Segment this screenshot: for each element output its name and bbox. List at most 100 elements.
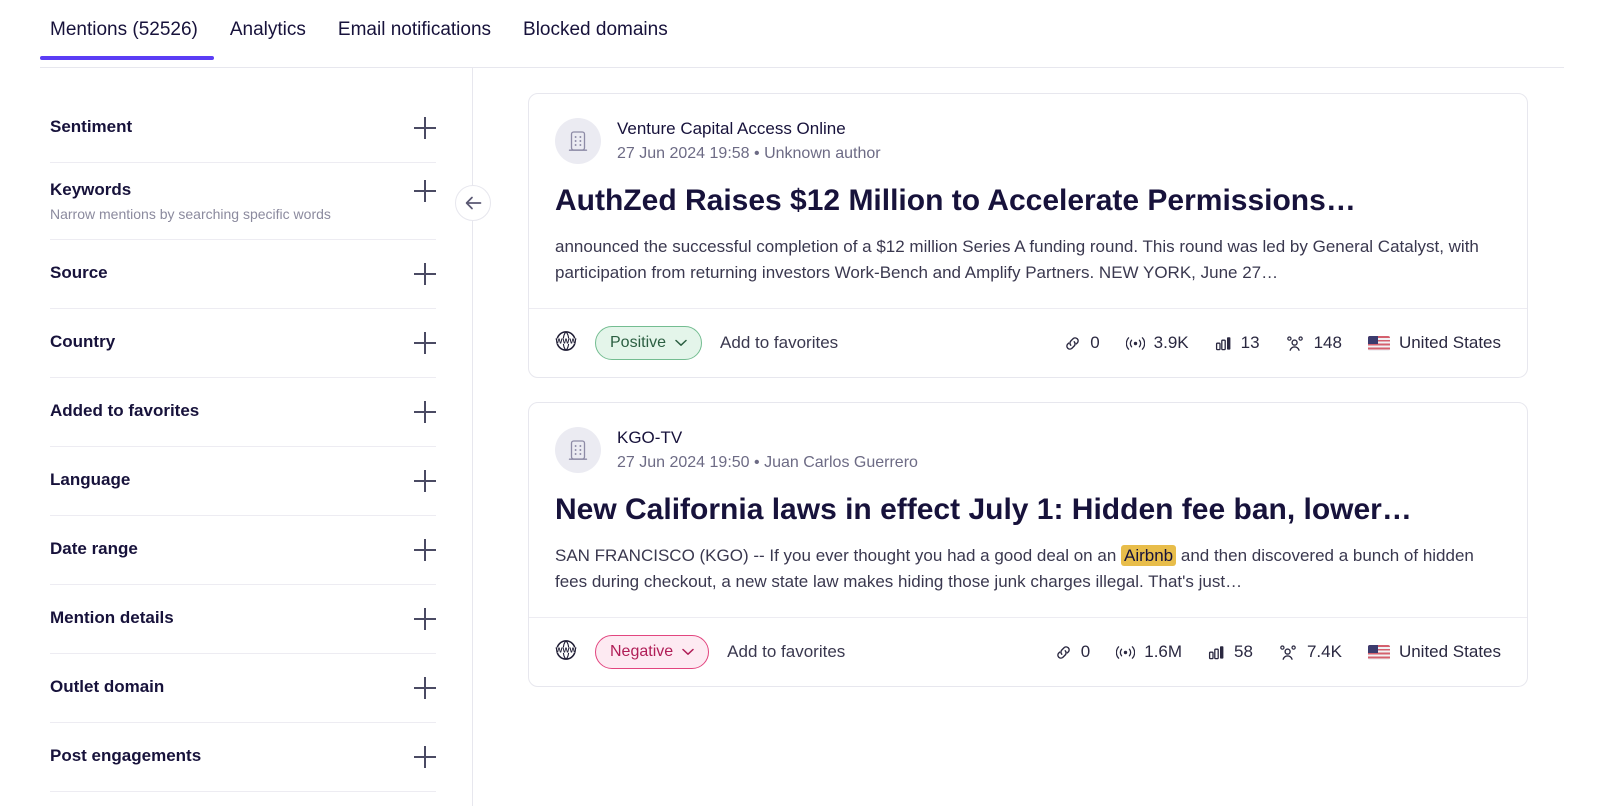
metric-score: 13 — [1215, 333, 1260, 353]
filter-texts: Mention details — [50, 607, 174, 629]
filter-title: Post engagements — [50, 745, 201, 767]
tab-email-notifications[interactable]: Email notifications — [322, 18, 507, 60]
metric-backlinks-value: 0 — [1081, 642, 1090, 662]
filter-title: Sentiment — [50, 116, 132, 138]
metric-backlinks-value: 0 — [1090, 333, 1099, 353]
www-globe-icon: WWW — [555, 330, 577, 352]
metric-country-value: United States — [1399, 642, 1501, 662]
add-to-favorites-button[interactable]: Add to favorites — [727, 642, 845, 662]
audience-icon — [1279, 644, 1298, 661]
mention-body: KGO-TV 27 Jun 2024 19:50 • Juan Carlos G… — [529, 403, 1527, 617]
filters-sidebar: Sentiment KeywordsNarrow mentions by sear… — [0, 68, 472, 806]
mention-snippet: SAN FRANCISCO (KGO) -- If you ever thoug… — [555, 543, 1501, 595]
filter-title: Mention details — [50, 607, 174, 629]
tab-analytics[interactable]: Analytics — [214, 18, 322, 60]
filter-title: Date range — [50, 538, 138, 560]
backlinks-icon — [1055, 644, 1072, 661]
mention-date: 27 Jun 2024 19:58 — [617, 145, 750, 162]
mention-header: Venture Capital Access Online 27 Jun 202… — [555, 118, 1501, 164]
metric-backlinks: 0 — [1064, 333, 1099, 353]
sentiment-badge[interactable]: Positive — [595, 326, 702, 360]
plus-icon[interactable] — [414, 746, 436, 768]
chevron-down-icon — [675, 339, 687, 347]
plus-icon[interactable] — [414, 180, 436, 202]
filter-texts: Sentiment — [50, 116, 132, 138]
sentiment-label: Negative — [610, 643, 673, 661]
filter-row-added-to-favorites[interactable]: Added to favorites — [50, 378, 436, 447]
mention-source-block: Venture Capital Access Online 27 Jun 202… — [617, 118, 881, 164]
tab-bar: Mentions (52526) Analytics Email notific… — [0, 0, 1600, 68]
svg-text:WWW: WWW — [556, 645, 577, 654]
filter-title: Source — [50, 262, 108, 284]
metric-reach-value: 1.6M — [1144, 642, 1182, 662]
mention-body: Venture Capital Access Online 27 Jun 202… — [529, 94, 1527, 308]
filter-texts: KeywordsNarrow mentions by searching spe… — [50, 179, 331, 223]
filter-row-mention-details[interactable]: Mention details — [50, 585, 436, 654]
filter-title: Country — [50, 331, 115, 353]
filter-row-outlet-domain[interactable]: Outlet domain — [50, 654, 436, 723]
mention-card: KGO-TV 27 Jun 2024 19:50 • Juan Carlos G… — [528, 402, 1528, 687]
mention-source-name[interactable]: KGO-TV — [617, 427, 918, 449]
metric-audience: 7.4K — [1279, 642, 1342, 662]
filter-row-date-range[interactable]: Date range — [50, 516, 436, 585]
filter-title: Language — [50, 469, 130, 491]
source-type-icon: WWW — [555, 330, 577, 357]
add-to-favorites-button[interactable]: Add to favorites — [720, 333, 838, 353]
meta-separator: • — [754, 454, 760, 471]
sentiment-label: Positive — [610, 334, 666, 352]
chevron-down-icon — [682, 648, 694, 656]
mention-meta: 27 Jun 2024 19:50 • Juan Carlos Guerrero — [617, 452, 918, 473]
reach-signal-icon — [1116, 645, 1135, 660]
mention-metrics: 0 1.6M 58 7.4K — [1055, 642, 1501, 662]
backlinks-icon — [1064, 335, 1081, 352]
mentions-feed: Venture Capital Access Online 27 Jun 202… — [472, 68, 1600, 806]
filter-row-source[interactable]: Source — [50, 240, 436, 309]
tab-blocked-domains[interactable]: Blocked domains — [507, 18, 684, 60]
plus-icon[interactable] — [414, 677, 436, 699]
plus-icon[interactable] — [414, 263, 436, 285]
filter-texts: Date range — [50, 538, 138, 560]
score-bars-icon — [1215, 335, 1232, 352]
mention-date: 27 Jun 2024 19:50 — [617, 454, 750, 471]
metric-audience-value: 7.4K — [1307, 642, 1342, 662]
plus-icon[interactable] — [414, 117, 436, 139]
filter-row-keywords[interactable]: KeywordsNarrow mentions by searching spe… — [50, 163, 436, 240]
filter-row-language[interactable]: Language — [50, 447, 436, 516]
tab-mentions[interactable]: Mentions (52526) — [40, 18, 214, 60]
metric-reach-value: 3.9K — [1154, 333, 1189, 353]
metric-score-value: 58 — [1234, 642, 1253, 662]
avatar — [555, 118, 601, 164]
filter-texts: Added to favorites — [50, 400, 199, 422]
filter-row-post-engagements[interactable]: Post engagements — [50, 723, 436, 792]
collapse-sidebar-button[interactable] — [455, 185, 491, 221]
metric-reach: 1.6M — [1116, 642, 1182, 662]
filter-texts: Language — [50, 469, 130, 491]
filter-subtitle: Narrow mentions by searching specific wo… — [50, 205, 331, 223]
mention-header: KGO-TV 27 Jun 2024 19:50 • Juan Carlos G… — [555, 427, 1501, 473]
filter-texts: Outlet domain — [50, 676, 164, 698]
plus-icon[interactable] — [414, 608, 436, 630]
plus-icon[interactable] — [414, 401, 436, 423]
mention-author: Unknown author — [764, 145, 881, 162]
mention-source-name[interactable]: Venture Capital Access Online — [617, 118, 881, 140]
mention-headline[interactable]: AuthZed Raises $12 Million to Accelerate… — [555, 182, 1501, 220]
mention-headline[interactable]: New California laws in effect July 1: Hi… — [555, 491, 1501, 529]
metric-country-value: United States — [1399, 333, 1501, 353]
main-layout: Sentiment KeywordsNarrow mentions by sear… — [0, 68, 1600, 806]
metric-score-value: 13 — [1241, 333, 1260, 353]
filter-row-sentiment[interactable]: Sentiment — [50, 94, 436, 163]
plus-icon[interactable] — [414, 332, 436, 354]
mention-meta: 27 Jun 2024 19:58 • Unknown author — [617, 143, 881, 164]
svg-text:WWW: WWW — [556, 336, 577, 345]
flag-united-states-icon — [1368, 645, 1390, 660]
filter-title: Added to favorites — [50, 400, 199, 422]
plus-icon[interactable] — [414, 470, 436, 492]
www-globe-icon: WWW — [555, 639, 577, 661]
plus-icon[interactable] — [414, 539, 436, 561]
metric-reach: 3.9K — [1126, 333, 1189, 353]
sentiment-badge[interactable]: Negative — [595, 635, 709, 669]
filter-row-country[interactable]: Country — [50, 309, 436, 378]
filter-texts: Post engagements — [50, 745, 201, 767]
filter-texts: Country — [50, 331, 115, 353]
flag-united-states-icon — [1368, 336, 1390, 351]
